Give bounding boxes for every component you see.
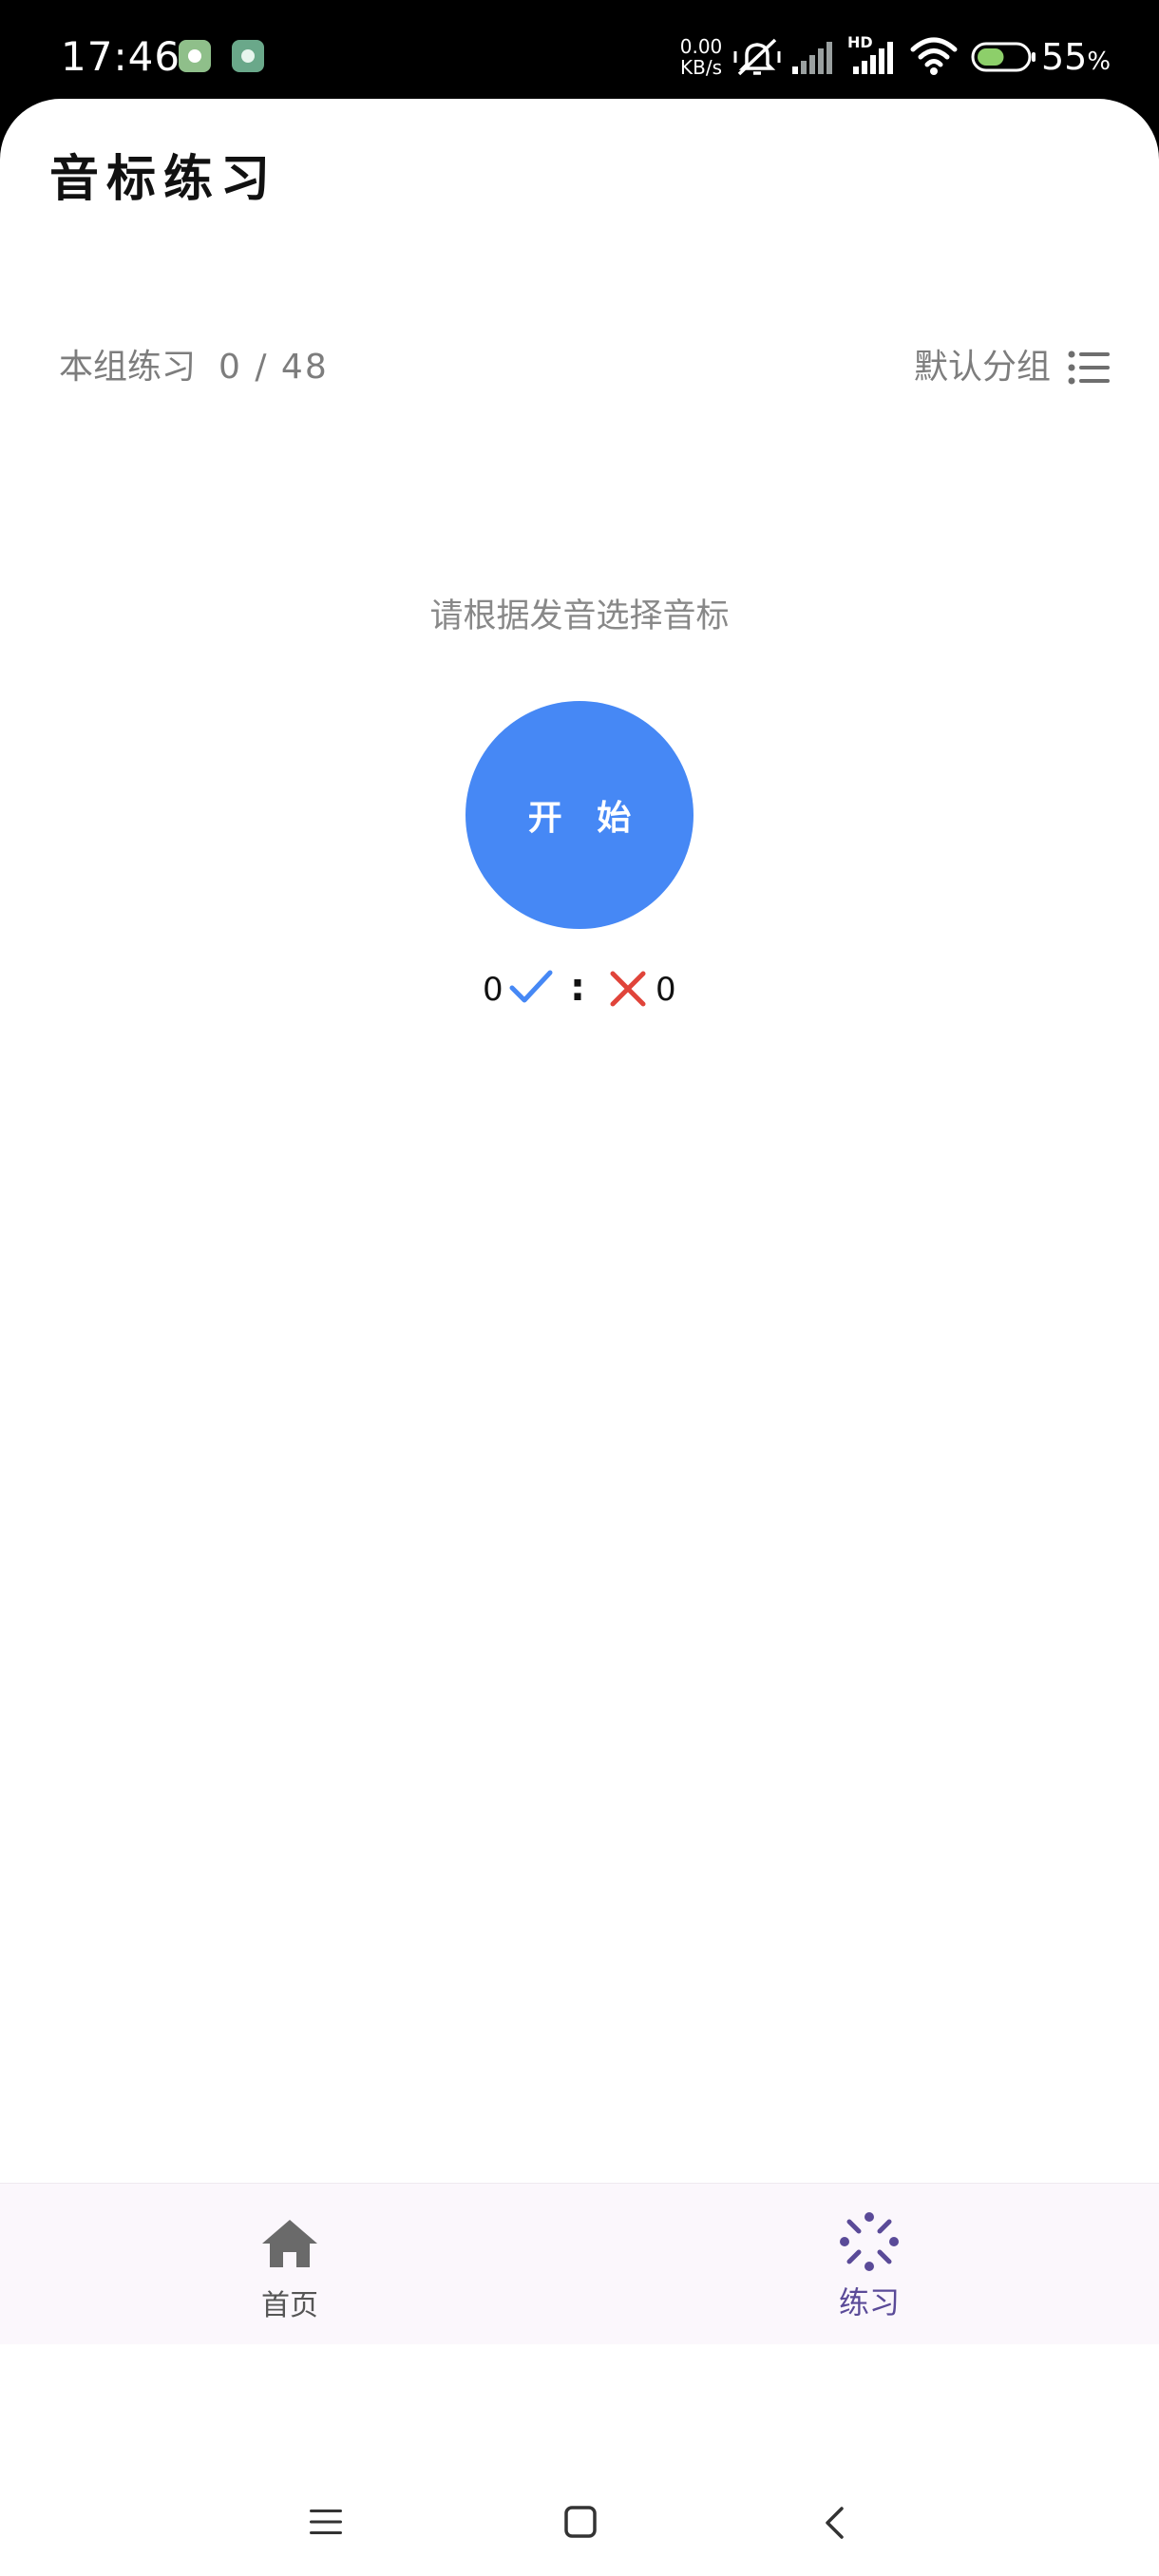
- nav-item-home-label: 首页: [261, 2289, 318, 2322]
- home-icon: [262, 2220, 317, 2267]
- practice-icon: [840, 2212, 899, 2271]
- start-button[interactable]: 开 始: [466, 701, 694, 929]
- app-notification-icon: [232, 40, 264, 72]
- group-progress: 本组练习 0 / 48: [59, 344, 329, 391]
- bottom-navigation: 首页 练习: [0, 2183, 1159, 2345]
- app-notification-icon: [179, 40, 211, 72]
- network-speed: 0.00 KB/s: [673, 36, 730, 78]
- signal-strength-icon: [853, 42, 893, 74]
- list-icon: [1068, 350, 1110, 385]
- practice-instruction: 请根据发音选择音标: [429, 597, 730, 635]
- back-icon[interactable]: [823, 2506, 846, 2540]
- battery-percent-value: 55: [1041, 36, 1088, 78]
- wrong-count: 0: [656, 971, 676, 1009]
- nav-item-home[interactable]: 首页: [0, 2184, 580, 2345]
- mute-vibrate-icon: [733, 38, 781, 76]
- nav-item-practice-label: 练习: [838, 2284, 900, 2320]
- network-speed-value: 0.00: [679, 35, 723, 58]
- check-icon: [509, 970, 553, 1003]
- menu-icon[interactable]: [310, 2508, 342, 2536]
- status-bar: 17:46 0.00 KB/s HD 55%: [0, 0, 1159, 104]
- system-navigation-bar: [0, 2344, 1159, 2576]
- page-title: 音标练习: [49, 151, 278, 208]
- group-selector[interactable]: 默认分组: [914, 340, 1110, 395]
- battery-percent: 55%: [1041, 30, 1111, 88]
- signal-strength-icon: [792, 42, 832, 74]
- network-speed-unit: KB/s: [680, 56, 722, 79]
- nav-item-practice[interactable]: 练习: [580, 2184, 1159, 2345]
- score-row: 0 : 0: [0, 961, 1159, 1018]
- status-time: 17:46: [61, 33, 181, 80]
- cross-icon: [610, 971, 646, 1007]
- battery-percent-unit: %: [1087, 47, 1112, 76]
- correct-count: 0: [483, 971, 504, 1009]
- wifi-icon: [910, 37, 958, 75]
- home-square-icon[interactable]: [564, 2506, 597, 2538]
- group-progress-label: 本组练习: [59, 348, 197, 387]
- battery-icon: [971, 42, 1036, 72]
- group-selector-label: 默认分组: [913, 348, 1051, 387]
- score-separator: :: [570, 966, 585, 1010]
- group-progress-count: 0 / 48: [218, 348, 329, 387]
